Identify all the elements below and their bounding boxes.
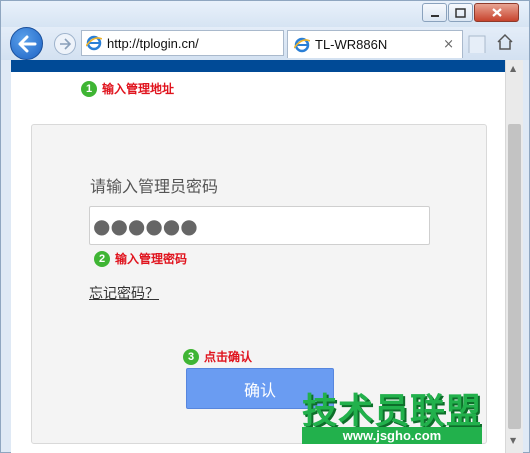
address-url: http://tplogin.cn/	[107, 35, 199, 51]
minimize-button[interactable]	[422, 3, 447, 22]
maximize-icon	[455, 7, 466, 18]
watermark-url: www.jsgho.com	[302, 427, 482, 444]
step-number: 1	[81, 80, 97, 97]
minimize-icon	[430, 14, 439, 17]
forward-button[interactable]	[54, 33, 76, 55]
watermark: 技术员联盟 www.jsgho.com	[300, 383, 500, 449]
ie-logo-icon	[86, 35, 102, 51]
back-arrow-icon	[18, 35, 36, 52]
navigation-bar: http://tplogin.cn/ TL-WR886N ×	[1, 27, 529, 60]
forgot-password-link[interactable]: 忘记密码？	[89, 283, 159, 303]
step-number: 3	[183, 348, 199, 365]
header-stripe	[11, 60, 505, 72]
password-prompt: 请输入管理员密码	[90, 177, 219, 196]
home-icon	[497, 33, 513, 50]
password-value: ●●●●●●	[93, 213, 198, 238]
close-window-button[interactable]	[474, 3, 519, 22]
ie-logo-icon	[294, 37, 310, 52]
title-bar	[1, 1, 529, 27]
step-number: 2	[94, 250, 110, 267]
scroll-up-icon[interactable]: ▲	[510, 64, 516, 73]
tab-tl-wr886n[interactable]: TL-WR886N ×	[287, 30, 463, 58]
annotation-step1: 1 输入管理地址	[81, 80, 174, 97]
tab-close-button[interactable]: ×	[443, 37, 454, 52]
vertical-scrollbar[interactable]: ▲ ▼	[505, 60, 523, 453]
annotation-text: 输入管理地址	[102, 82, 175, 96]
annotation-text: 输入管理密码	[115, 252, 188, 266]
home-button[interactable]	[494, 31, 516, 53]
maximize-button[interactable]	[448, 3, 473, 22]
annotation-step2: 2 输入管理密码	[94, 250, 187, 267]
tab-title: TL-WR886N	[315, 37, 388, 52]
new-tab-icon	[468, 35, 486, 53]
password-field[interactable]: ●●●●●●	[89, 206, 430, 245]
annotation-step3: 3 点击确认	[183, 348, 252, 365]
address-bar[interactable]: http://tplogin.cn/	[81, 30, 355, 56]
back-button[interactable]	[10, 27, 43, 60]
scrollbar-thumb[interactable]	[508, 124, 521, 429]
scroll-down-icon[interactable]: ▼	[510, 436, 516, 445]
forward-arrow-icon	[60, 38, 72, 50]
annotation-text: 点击确认	[204, 350, 253, 364]
close-icon	[491, 8, 502, 17]
new-tab-button[interactable]	[467, 32, 487, 54]
